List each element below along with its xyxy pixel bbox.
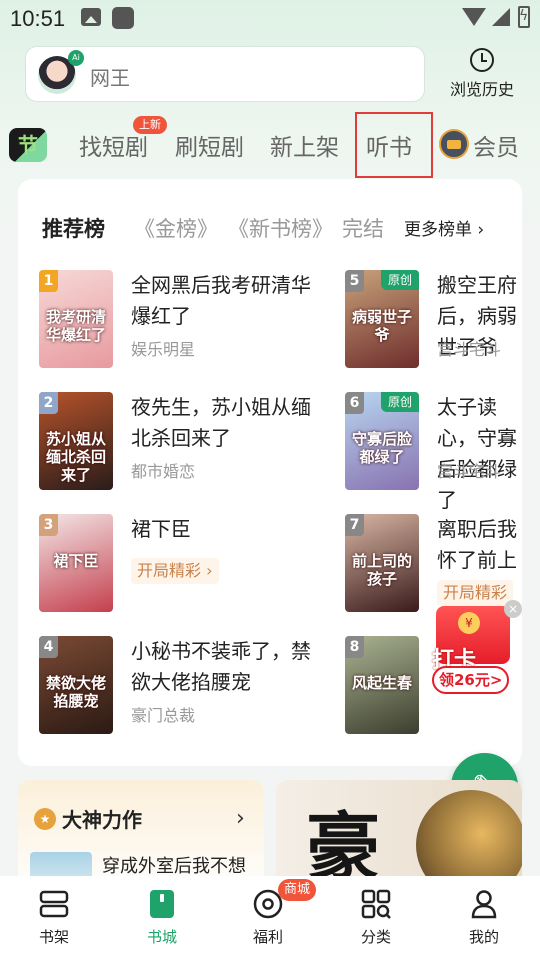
nav-categories[interactable]: 分类 bbox=[322, 876, 430, 960]
book-category: 娱乐明星 bbox=[131, 340, 196, 359]
nav-profile[interactable]: 我的 bbox=[430, 876, 538, 960]
original-tag: 原创 bbox=[381, 392, 419, 412]
shop-badge: 商城 bbox=[278, 879, 317, 901]
book-cover[interactable]: 前上司的孩子 7 bbox=[345, 514, 419, 612]
profile-icon bbox=[471, 890, 497, 919]
festival-logo-icon[interactable]: 节 bbox=[9, 128, 47, 162]
cover-title: 我考研清华爆红了 bbox=[45, 308, 106, 344]
book-chip-label: 开局精彩 bbox=[137, 561, 202, 580]
nav-bookstore-label: 书城 bbox=[146, 928, 177, 946]
checkin-reward-widget[interactable]: ¥ 打卡 领26元> × bbox=[430, 600, 522, 694]
cover-title: 风起生春 bbox=[351, 674, 412, 692]
book-title-text: 离职后我怀了前上司的孩子 bbox=[437, 517, 517, 572]
status-bar: 10:51 bbox=[0, 0, 540, 38]
bookstore-icon bbox=[150, 890, 174, 918]
medal-icon: ★ bbox=[34, 808, 56, 830]
book-item[interactable]: 禁欲大佬掐腰宠 4 小秘书不装乖了，禁欲大佬掐腰宠 豪门总裁 bbox=[39, 636, 339, 736]
cover-title: 苏小姐从缅北杀回来了 bbox=[45, 430, 106, 484]
browse-history-label: 浏览历史 bbox=[449, 80, 514, 99]
nav-bookshelf-label: 书架 bbox=[38, 928, 69, 946]
book-item[interactable]: 前上司的孩子 7 离职后我怀了前上司的孩子 开局精彩 bbox=[345, 514, 522, 614]
cover-title: 禁欲大佬掐腰宠 bbox=[45, 674, 106, 710]
status-time: 10:51 bbox=[10, 6, 66, 31]
book-item[interactable]: 苏小姐从缅北杀回来了 2 夜先生，苏小姐从缅北杀回来了 都市婚恋 bbox=[39, 392, 339, 492]
rank-number: 4 bbox=[39, 636, 58, 658]
book-cover[interactable]: 守寡后脸都绿了 6 原创 bbox=[345, 392, 419, 490]
new-badge: 上新 bbox=[133, 116, 167, 134]
nav-categories-label: 分类 bbox=[360, 928, 391, 946]
rank-number: 6 bbox=[345, 392, 364, 414]
nav-welfare-label: 福利 bbox=[252, 928, 283, 946]
book-title[interactable]: 太子读心，守寡后脸都绿了 bbox=[437, 392, 522, 516]
original-tag: 原创 bbox=[381, 270, 419, 290]
cover-title: 守寡后脸都绿了 bbox=[351, 430, 412, 466]
bottom-navigation: 书架 书城 福利 分类 我的 bbox=[0, 876, 540, 960]
cover-title: 裙下臣 bbox=[53, 552, 99, 570]
nav-bookstore[interactable]: 书城 bbox=[108, 876, 216, 960]
book-title[interactable]: 小秘书不装乖了，禁欲大佬掐腰宠 bbox=[131, 636, 321, 698]
nav-profile-label: 我的 bbox=[468, 928, 499, 946]
cover-title: 病弱世子爷 bbox=[351, 308, 412, 344]
book-cover[interactable]: 禁欲大佬掐腰宠 4 bbox=[39, 636, 113, 734]
rank-number: 7 bbox=[345, 514, 364, 536]
checkin-reward-label: 领26元> bbox=[432, 666, 510, 694]
wifi-icon bbox=[462, 8, 486, 26]
rank-tab-gold[interactable]: 《金榜》 bbox=[134, 213, 218, 243]
book-item[interactable]: 守寡后脸都绿了 6 原创 太子读心，守寡后脸都绿了 宫斗宅斗 bbox=[345, 392, 522, 512]
book-cover[interactable]: 风起生春 8 bbox=[345, 636, 419, 734]
browse-history-button[interactable]: 浏览历史 bbox=[440, 48, 524, 102]
book-title[interactable]: 夜先生，苏小姐从缅北杀回来了 bbox=[131, 392, 321, 454]
rank-number: 1 bbox=[39, 270, 58, 292]
rank-number: 2 bbox=[39, 392, 58, 414]
book-category: 都市婚恋 bbox=[131, 462, 196, 481]
book-item[interactable]: 病弱世子爷 5 原创 搬空王府后，病弱世子爷 宫斗宅斗 bbox=[345, 270, 522, 370]
rank-tab-gold-label: 金榜 bbox=[155, 217, 197, 241]
chevron-right-icon[interactable]: › bbox=[236, 806, 245, 831]
book-cover[interactable]: 裙下臣 3 bbox=[39, 514, 113, 612]
categories-icon bbox=[361, 889, 391, 919]
book-category: 宫斗宅斗 bbox=[437, 340, 502, 359]
coin-icon: ¥ bbox=[458, 612, 480, 634]
featured-book-title[interactable]: 穿成外室后我不想 bbox=[102, 852, 246, 878]
more-rankings-label: 更多榜单 bbox=[404, 220, 472, 240]
rank-number: 3 bbox=[39, 514, 58, 536]
book-item[interactable]: 裙下臣 3 裙下臣 开局精彩 › bbox=[39, 514, 339, 614]
more-rankings-link[interactable]: 更多榜单 › bbox=[404, 215, 484, 240]
rank-number: 8 bbox=[345, 636, 364, 658]
battery-icon bbox=[518, 6, 530, 28]
bookshelf-icon bbox=[39, 890, 69, 918]
featured-authors-title: 大神力作 bbox=[62, 808, 142, 832]
ranking-title: 推荐榜 bbox=[42, 217, 105, 241]
tab-watch-short-drama[interactable]: 刷短剧 bbox=[175, 128, 244, 162]
rank-tab-completed[interactable]: 完结 bbox=[342, 213, 384, 243]
signal-icon bbox=[492, 8, 510, 26]
nav-bookshelf[interactable]: 书架 bbox=[0, 876, 108, 960]
search-placeholder: 网王 bbox=[90, 66, 130, 90]
app-notification-icon bbox=[112, 7, 134, 29]
book-title[interactable]: 裙下臣 bbox=[131, 514, 321, 545]
tab-new-arrivals[interactable]: 新上架 bbox=[270, 128, 339, 162]
search-bar[interactable]: Ai 网王 bbox=[25, 46, 425, 102]
book-category: 豪门总裁 bbox=[131, 706, 196, 725]
rank-tab-new-books-label: 新书榜 bbox=[249, 217, 312, 241]
rank-number: 5 bbox=[345, 270, 364, 292]
book-title[interactable]: 离职后我怀了前上司的孩子 bbox=[437, 514, 522, 576]
book-cover[interactable]: 病弱世子爷 5 原创 bbox=[345, 270, 419, 368]
ai-badge: Ai bbox=[68, 50, 84, 66]
rank-tab-new-books[interactable]: 《新书榜》 bbox=[228, 213, 333, 243]
vip-crown-icon bbox=[439, 129, 469, 159]
tab-membership[interactable]: 会员 bbox=[473, 128, 519, 162]
book-item[interactable]: 我考研清华爆红了 1 全网黑后我考研清华爆红了 娱乐明星 bbox=[39, 270, 339, 370]
cover-title: 前上司的孩子 bbox=[351, 552, 412, 588]
book-cover[interactable]: 我考研清华爆红了 1 bbox=[39, 270, 113, 368]
clock-icon bbox=[470, 48, 494, 72]
highlight-box bbox=[355, 112, 433, 178]
close-icon[interactable]: × bbox=[504, 600, 522, 618]
book-title-text: 太子读心，守寡后脸都绿了 bbox=[437, 395, 517, 512]
book-cover[interactable]: 苏小姐从缅北杀回来了 2 bbox=[39, 392, 113, 490]
gallery-notification-icon bbox=[81, 8, 101, 26]
book-title[interactable]: 全网黑后我考研清华爆红了 bbox=[131, 270, 321, 332]
book-chip: 开局精彩 › bbox=[131, 558, 219, 584]
book-category: 宫斗宅斗 bbox=[437, 462, 502, 481]
